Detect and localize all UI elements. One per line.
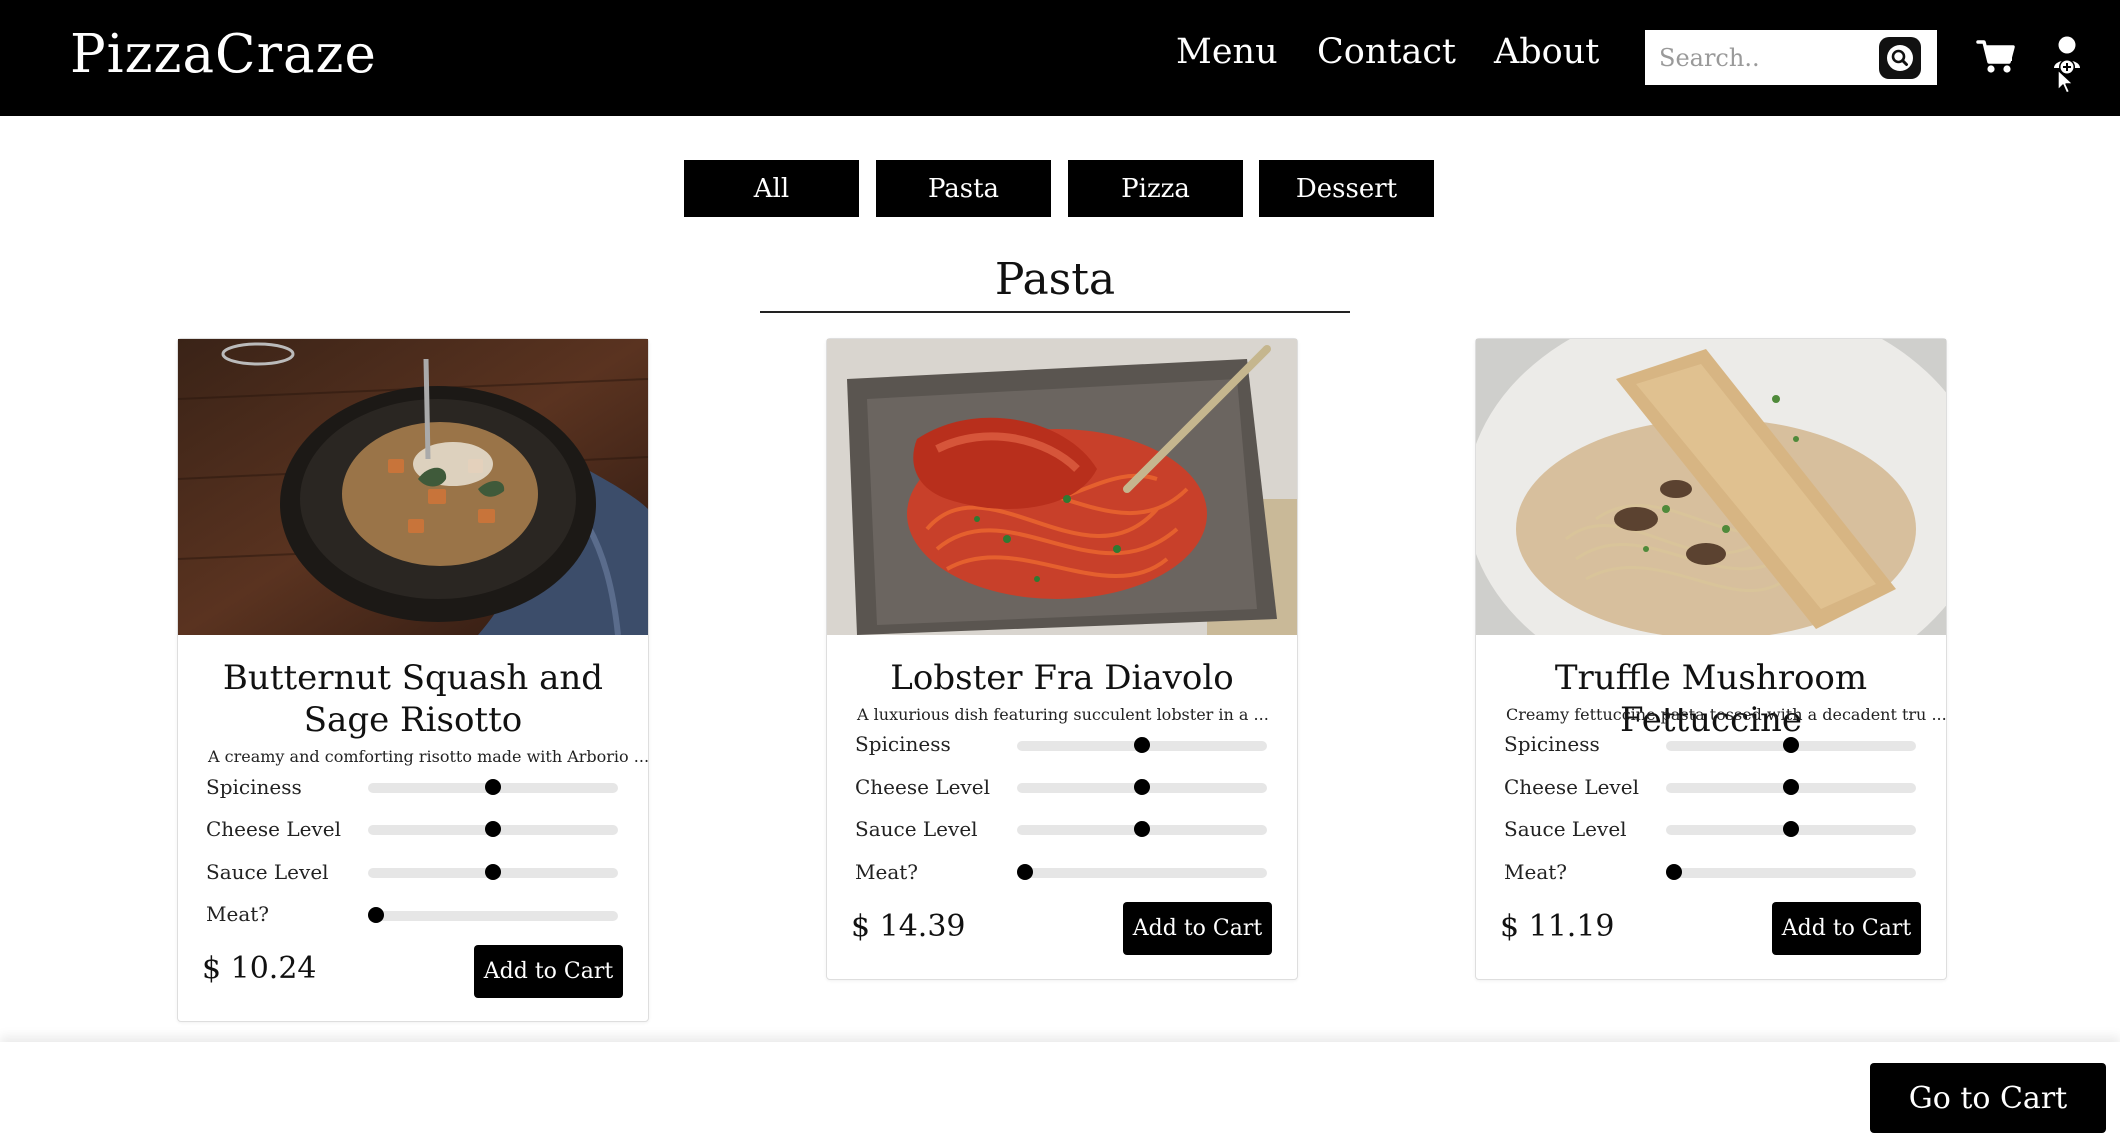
- go-to-cart-button[interactable]: Go to Cart: [1870, 1063, 2106, 1133]
- spiciness-label: Spiciness: [1504, 732, 1600, 756]
- slider-knob[interactable]: [1666, 864, 1682, 880]
- slider-knob[interactable]: [485, 779, 501, 795]
- slider-knob[interactable]: [1017, 864, 1033, 880]
- meat-label: Meat?: [855, 860, 918, 884]
- slider-knob[interactable]: [1783, 821, 1799, 837]
- nav-about-link[interactable]: About: [1494, 32, 1599, 72]
- cheese-level-slider[interactable]: [1017, 779, 1267, 795]
- cheese-level-label: Cheese Level: [1504, 775, 1639, 799]
- card-title: Truffle Mushroom Fettuccine: [1554, 658, 1868, 740]
- spiciness-label: Spiciness: [206, 775, 302, 799]
- price-label: $ 14.39: [851, 909, 966, 944]
- menu-card: Butternut Squash and Sage Risotto A crea…: [177, 338, 649, 1022]
- card-description: Creamy fettuccine pasta tossed with a de…: [1506, 705, 1947, 724]
- card-title: Lobster Fra Diavolo: [890, 658, 1234, 698]
- add-to-cart-button[interactable]: Add to Cart: [474, 945, 623, 998]
- menu-card: Lobster Fra Diavolo A luxurious dish fea…: [826, 338, 1298, 980]
- sauce-level-label: Sauce Level: [1504, 817, 1627, 841]
- slider-knob[interactable]: [1783, 737, 1799, 753]
- sauce-level-slider[interactable]: [368, 864, 618, 880]
- slider-knob[interactable]: [485, 821, 501, 837]
- nav-menu-link[interactable]: Menu: [1176, 32, 1278, 72]
- sauce-level-slider[interactable]: [1666, 821, 1916, 837]
- category-pizza-button[interactable]: Pizza: [1068, 160, 1243, 217]
- price-label: $ 10.24: [202, 951, 317, 986]
- slider-knob[interactable]: [1134, 737, 1150, 753]
- cheese-level-slider[interactable]: [368, 821, 618, 837]
- sauce-level-label: Sauce Level: [206, 860, 329, 884]
- search-box: [1645, 30, 1937, 85]
- top-navbar: PizzaCraze Menu Contact About: [0, 0, 2120, 116]
- search-icon: [1887, 45, 1913, 71]
- cheese-level-label: Cheese Level: [855, 775, 990, 799]
- cheese-level-label: Cheese Level: [206, 817, 341, 841]
- slider-knob[interactable]: [368, 907, 384, 923]
- cart-icon[interactable]: [1976, 38, 2016, 80]
- truffle-fettuccine-image: [1476, 339, 1946, 635]
- meat-slider[interactable]: [1666, 864, 1916, 880]
- spiciness-slider[interactable]: [1017, 737, 1267, 753]
- card-description: A creamy and comforting risotto made wit…: [208, 747, 650, 766]
- spiciness-label: Spiciness: [855, 732, 951, 756]
- mouse-cursor-icon: [2057, 69, 2075, 99]
- price-label: $ 11.19: [1500, 909, 1615, 944]
- card-title: Butternut Squash and Sage Risotto: [222, 658, 604, 740]
- nav-contact-link[interactable]: Contact: [1317, 32, 1456, 72]
- slider-knob[interactable]: [1783, 779, 1799, 795]
- add-to-cart-button[interactable]: Add to Cart: [1123, 902, 1272, 955]
- menu-card: Truffle Mushroom Fettuccine Creamy fettu…: [1475, 338, 1947, 980]
- card-description: A luxurious dish featuring succulent lob…: [857, 705, 1269, 724]
- slider-knob[interactable]: [1134, 779, 1150, 795]
- meat-label: Meat?: [1504, 860, 1567, 884]
- meat-slider[interactable]: [1017, 864, 1267, 880]
- section-title: Pasta: [994, 254, 1116, 305]
- meat-slider[interactable]: [368, 907, 618, 923]
- category-dessert-button[interactable]: Dessert: [1259, 160, 1434, 217]
- brand-logo[interactable]: PizzaCraze: [70, 24, 377, 85]
- add-to-cart-button[interactable]: Add to Cart: [1772, 902, 1921, 955]
- spiciness-slider[interactable]: [1666, 737, 1916, 753]
- category-pasta-button[interactable]: Pasta: [876, 160, 1051, 217]
- search-button[interactable]: [1879, 37, 1921, 79]
- sauce-level-label: Sauce Level: [855, 817, 978, 841]
- category-all-button[interactable]: All: [684, 160, 859, 217]
- section-divider: [760, 311, 1350, 313]
- meat-label: Meat?: [206, 902, 269, 926]
- sauce-level-slider[interactable]: [1017, 821, 1267, 837]
- spiciness-slider[interactable]: [368, 779, 618, 795]
- slider-knob[interactable]: [485, 864, 501, 880]
- cheese-level-slider[interactable]: [1666, 779, 1916, 795]
- bottom-bar: [0, 1042, 2120, 1148]
- risotto-image: [178, 339, 648, 635]
- slider-knob[interactable]: [1134, 821, 1150, 837]
- lobster-pasta-image: [827, 339, 1297, 635]
- search-input[interactable]: [1645, 30, 1875, 85]
